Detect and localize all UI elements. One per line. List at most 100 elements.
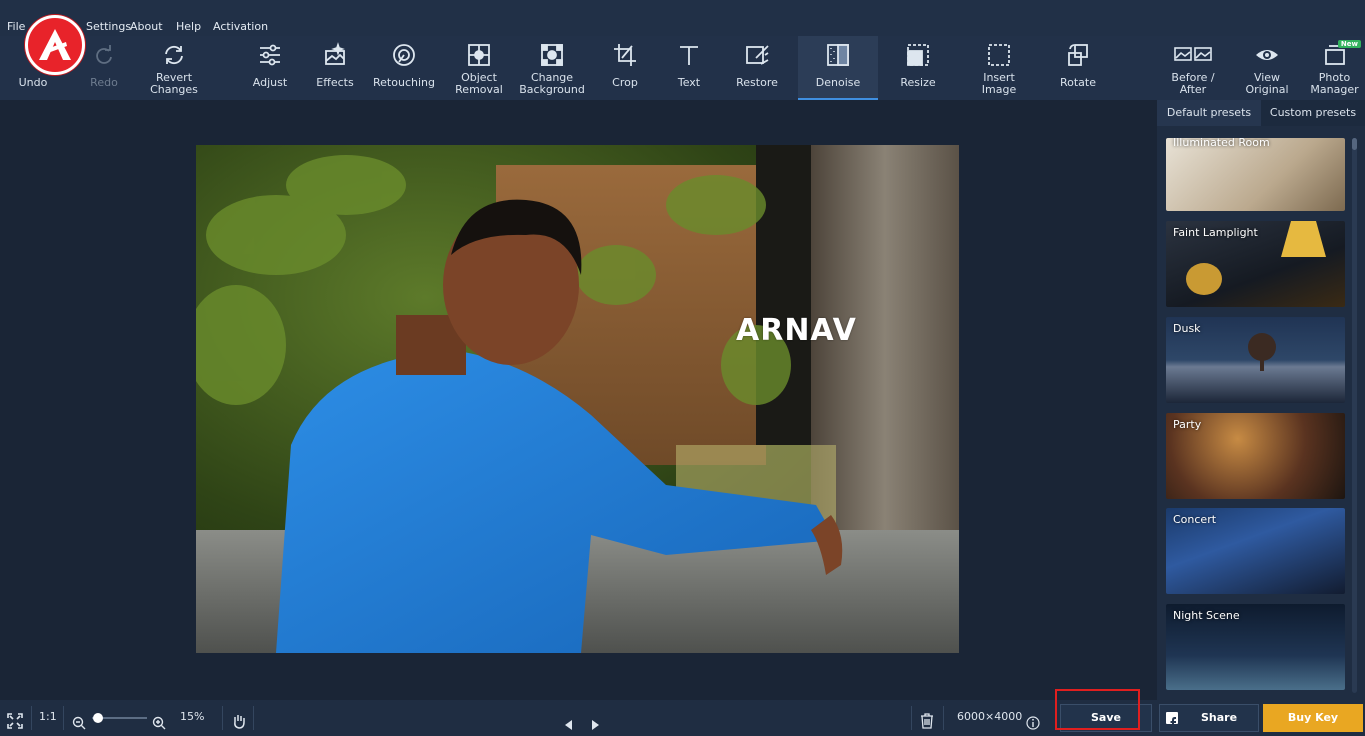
object-removal-label: Object Removal xyxy=(455,71,503,96)
photo-manager-label: Photo Manager xyxy=(1310,71,1359,96)
object-removal-icon xyxy=(468,44,490,66)
trash-icon[interactable] xyxy=(920,709,934,729)
fullscreen-icon[interactable] xyxy=(7,709,23,729)
zoom-slider[interactable] xyxy=(92,713,147,723)
preset-tabs: Default presets Custom presets xyxy=(1157,100,1365,126)
redo-label: Redo xyxy=(90,76,118,89)
menu-file[interactable]: File xyxy=(7,20,25,33)
text-button[interactable]: Text xyxy=(661,36,717,100)
divider xyxy=(253,706,254,730)
divider xyxy=(943,706,944,730)
preset-concert[interactable]: Concert xyxy=(1166,508,1345,594)
toolbar: Undo Redo Revert Changes Adjust Effects … xyxy=(0,36,1365,100)
change-background-button[interactable]: Change Background xyxy=(515,36,589,100)
preset-label: Concert xyxy=(1173,513,1217,526)
restore-label: Restore xyxy=(736,76,778,89)
app-logo xyxy=(25,15,85,75)
menu-about[interactable]: About xyxy=(130,20,163,33)
crop-button[interactable]: Crop xyxy=(596,36,654,100)
divider xyxy=(911,706,912,730)
menu-settings[interactable]: Settings xyxy=(86,20,131,33)
photo-image xyxy=(196,145,959,653)
menu-activation[interactable]: Activation xyxy=(213,20,268,33)
text-label: Text xyxy=(677,76,701,89)
divider xyxy=(31,706,32,730)
share-label: Share xyxy=(1200,711,1238,724)
presets-panel: Default presets Custom presets Illuminat… xyxy=(1157,100,1365,700)
rotate-icon xyxy=(1068,44,1088,66)
resize-button[interactable]: Resize xyxy=(888,36,948,100)
preset-label: Dusk xyxy=(1173,322,1201,335)
crop-label: Crop xyxy=(612,76,638,89)
preset-label: Faint Lamplight xyxy=(1173,226,1258,239)
preset-dusk[interactable]: Dusk xyxy=(1166,317,1345,403)
eye-icon xyxy=(1256,50,1278,60)
next-image-icon[interactable] xyxy=(589,711,601,730)
insert-image-label: Insert Image xyxy=(981,71,1017,96)
buy-key-button[interactable]: Buy Key xyxy=(1263,704,1363,732)
zoom-out-icon[interactable] xyxy=(72,710,86,730)
effects-label: Effects xyxy=(316,76,354,89)
previous-image-icon[interactable] xyxy=(563,711,575,730)
denoise-icon xyxy=(827,44,849,66)
zoom-level: 15% xyxy=(180,710,205,723)
effects-icon xyxy=(325,42,345,65)
info-icon[interactable] xyxy=(1026,710,1040,730)
save-highlight-box xyxy=(1055,689,1140,730)
text-icon xyxy=(680,46,698,65)
share-button[interactable]: Share xyxy=(1159,704,1259,732)
photo-manager-button[interactable]: New Photo Manager xyxy=(1304,36,1365,100)
undo-label: Undo xyxy=(18,76,48,89)
canvas-area: ARNAV xyxy=(0,100,1157,700)
divider xyxy=(222,706,223,730)
view-original-button[interactable]: View Original xyxy=(1236,36,1298,100)
adjust-button[interactable]: Adjust xyxy=(240,36,300,100)
hand-tool-icon[interactable] xyxy=(231,709,247,729)
sliders-icon xyxy=(260,44,280,66)
menu-bar: File Settings About Help Activation xyxy=(0,0,1365,36)
adjust-label: Adjust xyxy=(252,76,288,89)
resize-label: Resize xyxy=(900,76,936,89)
revert-icon xyxy=(165,45,183,65)
change-background-label: Change Background xyxy=(519,71,585,96)
denoise-button[interactable]: Denoise xyxy=(798,36,878,100)
menu-help[interactable]: Help xyxy=(176,20,201,33)
logo-icon xyxy=(39,29,71,60)
actual-size-button[interactable]: 1:1 xyxy=(39,700,57,736)
bottom-bar: 1:1 15% 6000×4000 Save Share Buy Key xyxy=(0,700,1365,736)
photo-overlay-text: ARNAV xyxy=(736,313,857,348)
rotate-label: Rotate xyxy=(1059,76,1096,89)
insert-image-icon xyxy=(988,44,1010,66)
denoise-label: Denoise xyxy=(815,76,861,89)
restore-button[interactable]: Restore xyxy=(724,36,790,100)
presets-scrollbar[interactable] xyxy=(1352,138,1357,693)
new-badge: New xyxy=(1337,40,1361,48)
retouching-button[interactable]: Retouching xyxy=(369,36,439,100)
tab-default-presets[interactable]: Default presets xyxy=(1157,100,1261,126)
effects-button[interactable]: Effects xyxy=(305,36,365,100)
rotate-button[interactable]: Rotate xyxy=(1048,36,1108,100)
zoom-in-icon[interactable] xyxy=(152,710,166,730)
photo-canvas[interactable]: ARNAV xyxy=(196,145,959,653)
view-original-label: View Original xyxy=(1245,71,1289,96)
before-after-label: Before / After xyxy=(1171,71,1215,96)
revert-label: Revert Changes xyxy=(150,71,198,96)
redo-icon xyxy=(96,45,112,64)
retouch-icon xyxy=(393,44,415,66)
preset-faint-lamplight[interactable]: Faint Lamplight xyxy=(1166,221,1345,307)
zoom-slider-knob[interactable] xyxy=(93,713,103,723)
preset-party[interactable]: Party xyxy=(1166,413,1345,499)
crop-icon xyxy=(614,44,636,66)
tab-custom-presets[interactable]: Custom presets xyxy=(1261,100,1365,126)
insert-image-button[interactable]: Insert Image xyxy=(966,36,1032,100)
before-after-button[interactable]: Before / After xyxy=(1160,36,1226,100)
object-removal-button[interactable]: Object Removal xyxy=(446,36,512,100)
divider xyxy=(63,706,64,730)
scrollbar-thumb[interactable] xyxy=(1352,138,1357,150)
before-after-icon xyxy=(1174,47,1212,61)
resize-icon xyxy=(907,44,929,66)
preset-night-scene[interactable]: Night Scene xyxy=(1166,604,1345,690)
image-dimensions: 6000×4000 xyxy=(957,710,1023,723)
revert-changes-button[interactable]: Revert Changes xyxy=(140,36,208,100)
preset-illuminated-room[interactable]: Illuminated Room xyxy=(1166,138,1345,211)
